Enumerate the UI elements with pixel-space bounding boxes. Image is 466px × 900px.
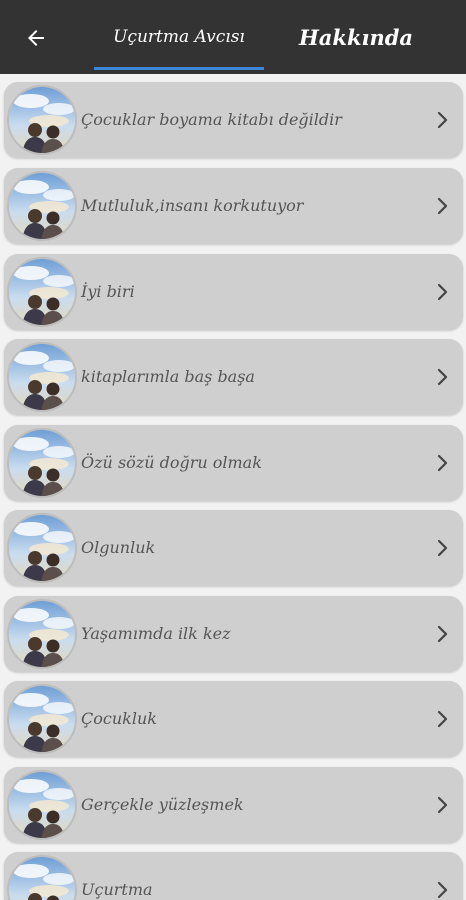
list-item-title: kitaplarımla baş başa xyxy=(81,367,255,386)
chevron-right-icon xyxy=(437,710,448,728)
chevron-right-icon xyxy=(437,539,448,557)
list-item-title: Çocuklar boyama kitabı değildir xyxy=(81,110,342,129)
list-item-title: Yaşamımda ilk kez xyxy=(81,624,231,643)
list-item-title: Olgunluk xyxy=(81,538,156,557)
sky-people-thumbnail xyxy=(7,342,77,412)
list-item[interactable]: Gerçekle yüzleşmek xyxy=(4,767,463,843)
list-item[interactable]: Olgunluk xyxy=(4,510,463,586)
chevron-right-icon xyxy=(437,111,448,129)
sky-people-thumbnail xyxy=(7,599,77,669)
list-item[interactable]: Özü sözü doğru olmak xyxy=(4,425,463,501)
sky-people-thumbnail xyxy=(7,171,77,241)
list-item-title: Uçurtma xyxy=(81,880,153,899)
tab-label: Hakkında xyxy=(298,24,414,50)
list-item[interactable]: İyi biri xyxy=(4,254,463,330)
sky-people-thumbnail xyxy=(7,513,77,583)
chevron-right-icon xyxy=(437,454,448,472)
sky-people-thumbnail xyxy=(7,684,77,754)
list-item[interactable]: Çocukluk xyxy=(4,681,463,757)
list-item[interactable]: Çocuklar boyama kitabı değildir xyxy=(4,82,463,158)
chevron-right-icon xyxy=(437,625,448,643)
list-item[interactable]: Mutluluk,insanı korkutuyor xyxy=(4,168,463,244)
chevron-right-icon xyxy=(437,283,448,301)
sky-people-thumbnail xyxy=(7,855,77,900)
chapter-list[interactable]: Çocuklar boyama kitabı değildir Mutluluk… xyxy=(0,74,466,900)
list-item[interactable]: Uçurtma xyxy=(4,852,463,900)
tab-label: Uçurtma Avcısı xyxy=(113,27,245,47)
list-item[interactable]: Yaşamımda ilk kez xyxy=(4,596,463,672)
tab-ucurtma-avcisi[interactable]: Uçurtma Avcısı xyxy=(94,0,264,74)
list-item-title: Özü sözü doğru olmak xyxy=(81,453,262,472)
chevron-right-icon xyxy=(437,796,448,814)
list-item-title: Mutluluk,insanı korkutuyor xyxy=(81,196,304,215)
chevron-right-icon xyxy=(437,881,448,899)
tab-hakkinda[interactable]: Hakkında xyxy=(286,0,426,74)
tab-indicator xyxy=(94,67,264,70)
chevron-right-icon xyxy=(437,368,448,386)
app-bar: Uçurtma Avcısı Hakkında xyxy=(0,0,466,74)
sky-people-thumbnail xyxy=(7,770,77,840)
list-item-title: Çocukluk xyxy=(81,709,157,728)
arrow-left-icon xyxy=(28,30,44,46)
list-item[interactable]: kitaplarımla baş başa xyxy=(4,339,463,415)
list-item-title: Gerçekle yüzleşmek xyxy=(81,795,244,814)
chevron-right-icon xyxy=(437,197,448,215)
sky-people-thumbnail xyxy=(7,257,77,327)
list-item-title: İyi biri xyxy=(81,282,135,301)
sky-people-thumbnail xyxy=(7,428,77,498)
sky-people-thumbnail xyxy=(7,85,77,155)
back-button[interactable] xyxy=(18,20,54,56)
